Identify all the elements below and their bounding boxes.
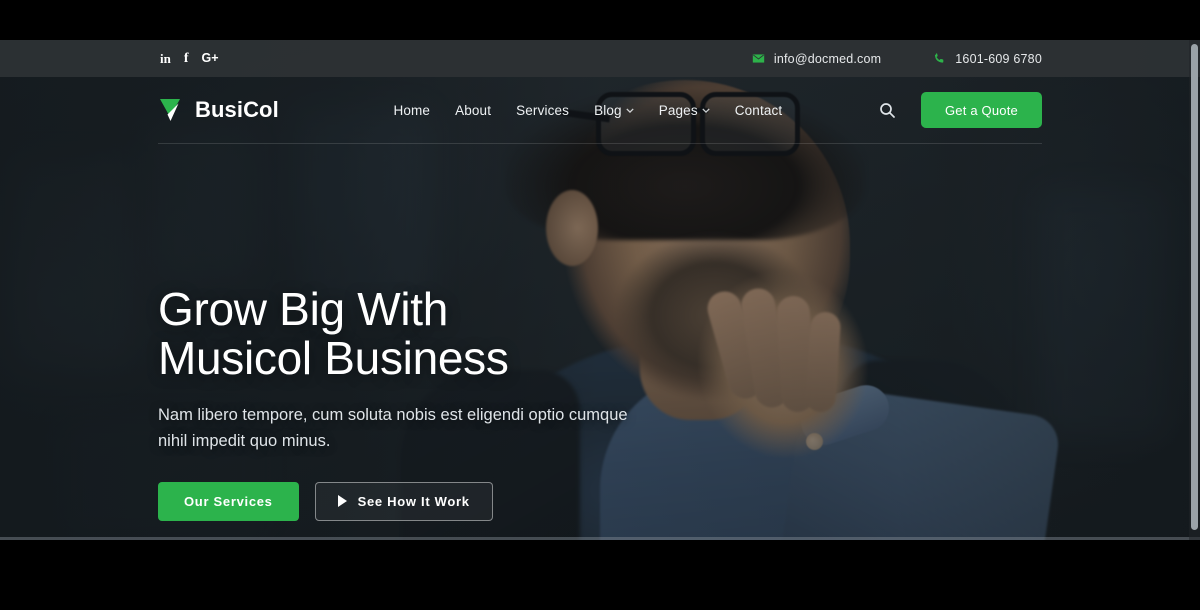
nav-item-pages-label: Pages [658,102,698,118]
get-a-quote-button[interactable]: Get a Quote [920,92,1042,128]
nav-item-contact-label: Contact [734,102,783,118]
chevron-down-icon [702,107,710,113]
top-bar: in f G+ info@docmed.com 1601-609 6780 [0,40,1200,77]
brand-logo[interactable]: BusiCol [158,97,279,123]
nav-item-about[interactable]: About [455,103,491,118]
chevron-down-icon [626,107,634,113]
nav-item-services[interactable]: Services [516,103,569,118]
nav-item-services-label: Services [516,102,570,118]
top-bar-contacts: info@docmed.com 1601-609 6780 [752,52,1042,66]
nav-item-blog[interactable]: Blog [594,103,634,118]
header-divider [158,143,1042,144]
contact-email-text: info@docmed.com [773,51,882,66]
our-services-button[interactable]: Our Services [158,481,299,521]
contact-email[interactable]: info@docmed.com [752,52,881,66]
search-button[interactable] [877,100,897,120]
nav-item-home-label: Home [393,102,431,118]
page-scrollbar-thumb[interactable] [1191,44,1198,530]
social-links: in f G+ [160,51,219,66]
hero-section: Grow Big With Musicol Business Nam liber… [158,283,858,521]
viewport-bottom-edge [0,537,1200,540]
nav-item-pages[interactable]: Pages [659,103,710,118]
nav-item-about-label: About [455,102,492,118]
social-link-linkedin[interactable]: in [160,52,171,65]
search-icon [880,103,895,118]
social-link-facebook[interactable]: f [184,51,189,66]
play-icon [337,495,347,508]
phone-icon [935,53,944,63]
browser-viewport: in f G+ info@docmed.com 1601-609 6780 Bu… [0,40,1200,540]
contact-phone[interactable]: 1601-609 6780 [933,52,1042,66]
hero-title: Grow Big With Musicol Business [158,283,858,385]
hero-title-line-2: Musicol Business [158,332,509,385]
brand-name: BusiCol [195,97,279,122]
see-how-it-work-button[interactable]: See How It Work [314,481,493,521]
site-header-inner: BusiCol Home About Services Blog Pages C… [158,77,1042,143]
hero-title-line-1: Grow Big With [158,283,449,335]
social-link-google-plus[interactable]: G+ [202,52,219,65]
main-navigation: Home About Services Blog Pages Contact [393,103,782,118]
top-bar-inner: in f G+ info@docmed.com 1601-609 6780 [158,51,1042,66]
hero-subtitle: Nam libero tempore, cum soluta nobis est… [158,406,628,450]
see-how-it-work-label: See How It Work [357,493,470,509]
nav-item-contact[interactable]: Contact [735,103,783,118]
hero-cta-group: Our Services See How It Work [158,481,858,521]
contact-phone-text: 1601-609 6780 [955,51,1042,66]
triangle-check-logo-icon [160,99,180,121]
site-header: BusiCol Home About Services Blog Pages C… [0,77,1200,143]
nav-item-home[interactable]: Home [393,103,430,118]
header-actions: Get a Quote [877,92,1042,128]
nav-item-blog-label: Blog [594,102,622,118]
page-frame: in f G+ info@docmed.com 1601-609 6780 Bu… [0,0,1200,610]
envelope-icon [752,54,765,63]
